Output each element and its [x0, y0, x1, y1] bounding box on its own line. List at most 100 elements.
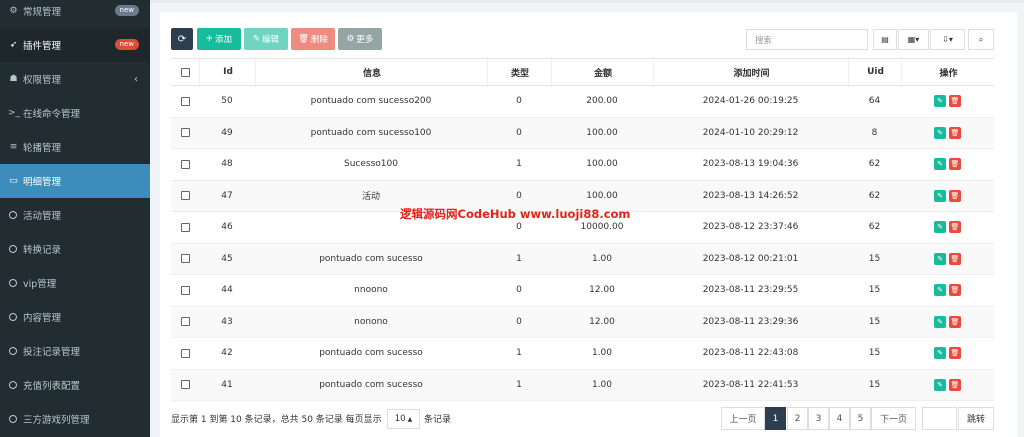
sidebar-item-games[interactable]: 三方游戏列管理: [0, 402, 150, 436]
jump-button[interactable]: 跳转: [958, 407, 994, 430]
page-button-1[interactable]: 1: [765, 407, 786, 430]
row-select-cell: [171, 212, 199, 243]
sidebar-item-label: 内容管理: [23, 313, 62, 324]
sidebar-item-label: 投注记录管理: [23, 347, 81, 358]
table-row[interactable]: 42 pontuado com sucesso 1 1.00 2023-08-11 22…: [171, 338, 994, 370]
table-row[interactable]: 44 nnoono 0 12.00 2023-08-11 23:29:55 15 ✎ 🗑: [171, 275, 994, 307]
sidebar-item-vip[interactable]: vip管理: [0, 266, 150, 300]
page-button-4[interactable]: 4: [829, 407, 850, 430]
cell-uid: 62: [868, 222, 881, 233]
sidebar-item-commands[interactable]: >_ 在线命令管理: [0, 96, 150, 130]
table-row[interactable]: 49 pontuado com sucesso100 0 100.00 2024-01-…: [171, 117, 994, 149]
circle-icon: [9, 347, 17, 355]
row-checkbox[interactable]: [180, 380, 190, 390]
header-id[interactable]: Id: [199, 59, 256, 85]
row-ops-cell: ✎ 🗑: [901, 149, 994, 180]
more-button[interactable]: ⚙ 更多: [338, 28, 382, 50]
row-edit-button[interactable]: ✎: [934, 347, 946, 360]
sidebar-item-plugins[interactable]: ➶ 插件管理 new: [0, 28, 150, 62]
row-delete-button[interactable]: 🗑: [949, 221, 961, 234]
sidebar-item-recharge[interactable]: 充值列表配置: [0, 368, 150, 402]
row-checkbox[interactable]: [180, 128, 190, 138]
row-checkbox[interactable]: [180, 285, 190, 295]
toggle-view-button[interactable]: ▤: [873, 29, 897, 50]
page-button-5[interactable]: 5: [850, 407, 871, 430]
cell-info: nnoono: [354, 285, 388, 296]
page-size-select[interactable]: 10 ▲: [387, 409, 420, 429]
row-checkbox[interactable]: [180, 254, 190, 264]
row-delete-button[interactable]: 🗑: [949, 252, 961, 265]
add-button[interactable]: + 添加: [197, 28, 241, 50]
cell-info: pontuado com sucesso: [319, 253, 423, 264]
cell-time: 2024-01-10 20:29:12: [702, 127, 799, 138]
row-delete-button[interactable]: 🗑: [949, 189, 961, 202]
sidebar-item-activities[interactable]: 活动管理: [0, 198, 150, 232]
header-time[interactable]: 添加时间: [653, 59, 849, 85]
prev-page-button[interactable]: 上一页: [721, 407, 765, 430]
next-page-button[interactable]: 下一页: [871, 407, 916, 430]
goto-page-input[interactable]: [922, 407, 957, 430]
row-checkbox[interactable]: [180, 191, 190, 201]
cell-info: pontuado com sucesso200: [310, 96, 432, 107]
table-row[interactable]: 43 nonono 0 12.00 2023-08-11 23:29:36 15 ✎ 🗑: [171, 306, 994, 338]
table-row[interactable]: 50 pontuado com sucesso200 0 200.00 2024-01-…: [171, 86, 994, 118]
page-button-2[interactable]: 2: [787, 407, 808, 430]
row-checkbox[interactable]: [180, 317, 190, 327]
row-delete-button[interactable]: 🗑: [949, 378, 961, 391]
row-delete-button[interactable]: 🗑: [949, 284, 961, 297]
circle-icon: [9, 211, 17, 219]
table-row[interactable]: 45 pontuado com sucesso 1 1.00 2023-08-12 00…: [171, 243, 994, 275]
sidebar-item-bets[interactable]: 投注记录管理: [0, 334, 150, 368]
row-edit-button[interactable]: ✎: [934, 95, 946, 108]
table-row[interactable]: 41 pontuado com sucesso 1 1.00 2023-08-11 22…: [171, 369, 994, 401]
sidebar-item-permissions[interactable]: ☗ 权限管理 ‹: [0, 62, 150, 96]
row-edit-button[interactable]: ✎: [934, 158, 946, 171]
sidebar-item-content[interactable]: 内容管理: [0, 300, 150, 334]
row-delete-button[interactable]: 🗑: [949, 95, 961, 108]
rocket-icon: ➶: [9, 40, 18, 50]
sidebar-item-label: 明细管理: [23, 177, 62, 188]
row-checkbox[interactable]: [180, 159, 190, 169]
row-edit-button[interactable]: ✎: [934, 221, 946, 234]
table-header: Id 信息 类型 金额 添加时间 Uid 操作: [171, 58, 994, 86]
row-delete-button[interactable]: 🗑: [949, 347, 961, 360]
header-uid[interactable]: Uid: [848, 59, 902, 85]
sidebar-item-label: 在线命令管理: [23, 109, 81, 120]
select-all-checkbox[interactable]: [180, 67, 190, 77]
sidebar-item-details[interactable]: ▭ 明细管理: [0, 164, 150, 198]
sidebar-item-label: 插件管理: [23, 41, 62, 52]
row-edit-button[interactable]: ✎: [934, 189, 946, 202]
refresh-button[interactable]: ⟳: [171, 28, 193, 50]
header-info[interactable]: 信息: [255, 59, 488, 85]
row-edit-button[interactable]: ✎: [934, 378, 946, 391]
delete-button-label: 删除: [310, 35, 328, 45]
columns-button[interactable]: ▦▾: [898, 29, 929, 50]
header-type[interactable]: 类型: [487, 59, 552, 85]
cell-info: pontuado com sucesso: [319, 379, 423, 390]
row-edit-button[interactable]: ✎: [934, 315, 946, 328]
add-button-label: 添加: [215, 35, 233, 45]
row-edit-button[interactable]: ✎: [934, 252, 946, 265]
header-amount[interactable]: 金额: [551, 59, 654, 85]
row-edit-button[interactable]: ✎: [934, 284, 946, 297]
cell-id: 49: [221, 127, 233, 138]
row-select-cell: [171, 307, 199, 338]
page-button-3[interactable]: 3: [808, 407, 829, 430]
row-checkbox[interactable]: [180, 222, 190, 232]
row-checkbox[interactable]: [180, 96, 190, 106]
row-edit-button[interactable]: ✎: [934, 126, 946, 139]
export-button[interactable]: ⇩▾: [930, 29, 965, 50]
table-row[interactable]: 48 Sucesso100 1 100.00 2023-08-13 19:04:36 62…: [171, 149, 994, 181]
search-input[interactable]: 搜索: [746, 29, 868, 50]
row-checkbox[interactable]: [180, 348, 190, 358]
row-delete-button[interactable]: 🗑: [949, 126, 961, 139]
delete-button[interactable]: 🗑 删除: [291, 28, 335, 50]
row-delete-button[interactable]: 🗑: [949, 158, 961, 171]
row-delete-button[interactable]: 🗑: [949, 315, 961, 328]
edit-button[interactable]: ✎ 编辑: [244, 28, 288, 50]
sidebar-item-general[interactable]: ⚙ 常规管理 new: [0, 0, 150, 28]
advanced-search-button[interactable]: ⌕: [968, 29, 994, 50]
sidebar-item-conversions[interactable]: 转换记录: [0, 232, 150, 266]
cell-amount: 1.00: [591, 379, 613, 390]
sidebar-item-carousel[interactable]: ≡ 轮播管理: [0, 130, 150, 164]
